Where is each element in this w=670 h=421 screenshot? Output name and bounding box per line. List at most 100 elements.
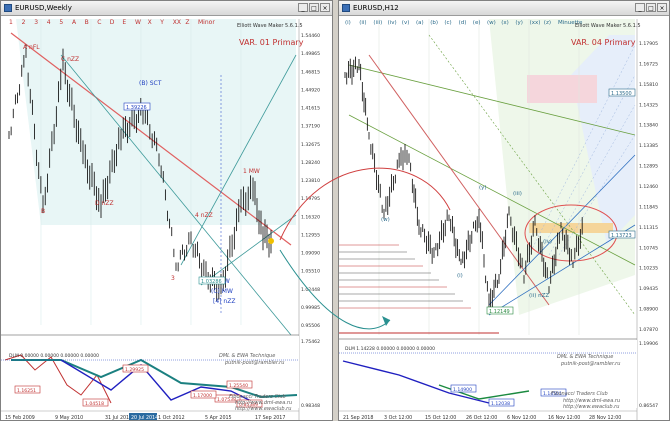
indicator-name: Elliott Wave Maker 5.6.1.5 bbox=[237, 23, 303, 29]
red-connector-arrow bbox=[279, 167, 451, 241]
wave-label: (iii) bbox=[513, 191, 522, 197]
wave-degree-label: (iii) bbox=[373, 20, 382, 26]
wave-label: (iv) bbox=[543, 239, 552, 245]
left-window-title: EURUSD,Weekly bbox=[15, 4, 72, 12]
wave-label: C nZZ bbox=[61, 56, 79, 63]
price-tick: 1.49865 bbox=[301, 51, 320, 57]
price-tick: 1.37190 bbox=[301, 124, 320, 130]
price-tick: 1.09435 bbox=[639, 286, 658, 292]
date-tick: 31 Jul 2011 bbox=[105, 415, 132, 421]
osc-box-text: 1.29925 bbox=[125, 367, 144, 373]
price-box-text: 1.03286 bbox=[201, 279, 222, 285]
variant-label: VAR. 04 Primary bbox=[571, 38, 636, 47]
price-tick: 1.10235 bbox=[639, 266, 658, 272]
wave-degree-label: (y) bbox=[515, 20, 523, 26]
wave-degree-label: 3 bbox=[34, 19, 38, 26]
watermark-line: DML & EWA Technique bbox=[219, 353, 275, 359]
teal-connector-arrow bbox=[279, 249, 391, 330]
wave-label: (B) SCT bbox=[139, 80, 162, 87]
price-tick: 1.12895 bbox=[639, 164, 658, 170]
date-tick: 17 Sep 2017 bbox=[255, 415, 285, 421]
osc-axis: 1.19906 0.86547 bbox=[639, 341, 658, 409]
wave-degree-label: XX bbox=[173, 19, 181, 26]
wave-degree-label: 1 bbox=[9, 19, 13, 26]
price-tick: 1.17905 bbox=[639, 41, 658, 47]
price-tick: 1.41615 bbox=[301, 106, 320, 112]
osc-box-text: 1.14900 bbox=[453, 387, 472, 393]
osc-tick: 0.98348 bbox=[301, 403, 320, 409]
variant-label: VAR. 01 Primary bbox=[239, 38, 304, 47]
watermark-line: Fibonacci Traders Club bbox=[551, 391, 608, 397]
wave-degree-label: W bbox=[135, 19, 141, 26]
date-tick: 21 Oct 2012 bbox=[155, 415, 185, 421]
wave-label: 3 bbox=[171, 275, 175, 282]
price-box-text: 1.13723 bbox=[611, 233, 632, 239]
wave-degree-label: (ii) bbox=[359, 20, 366, 26]
wave-label: B bbox=[41, 208, 45, 215]
price-tick: 1.07870 bbox=[639, 327, 658, 333]
price-tick: 1.13385 bbox=[639, 143, 658, 149]
wave-degree-label: (b) bbox=[430, 20, 438, 26]
price-tick: 1.32675 bbox=[301, 142, 320, 148]
maximize-button[interactable]: □ bbox=[309, 3, 319, 12]
wave-degree-label: (w) bbox=[487, 20, 496, 26]
right-window-titlebar[interactable]: EURUSD,H12 _ □ × bbox=[339, 1, 669, 16]
close-button[interactable]: × bbox=[657, 3, 667, 12]
price-box-text: 1.39226 bbox=[126, 105, 147, 111]
price-tick: 1.46815 bbox=[301, 69, 320, 75]
wave-degree-label: C bbox=[97, 19, 101, 26]
chart-icon bbox=[342, 4, 350, 12]
price-tick: 1.12460 bbox=[639, 184, 658, 190]
indicator-name: Elliott Wave Maker 5.6.1.5 bbox=[575, 23, 641, 29]
wave-degree-label: (iv) bbox=[388, 20, 397, 26]
left-window-titlebar[interactable]: EURUSD,Weekly _ □ × bbox=[1, 1, 332, 16]
wave-degree-label: 4 bbox=[47, 19, 51, 26]
wave-degree-label: D bbox=[110, 19, 115, 26]
wave-degree-label: (e) bbox=[473, 20, 481, 26]
wave-degree-label: (a) bbox=[416, 20, 424, 26]
osc-box-text: 1.12038 bbox=[491, 401, 510, 407]
wave-degree-label: Y bbox=[159, 19, 164, 26]
osc-box-text: 1.04518 bbox=[85, 401, 104, 407]
date-tick: 6 Nov 12:00 bbox=[507, 415, 536, 421]
wave-label: 4 nZZ bbox=[195, 212, 213, 219]
date-box-text: 20 Jul 2014 bbox=[131, 415, 158, 421]
osc-box-text: 1.25540 bbox=[229, 383, 248, 389]
wave-degree-label: (i) bbox=[345, 20, 351, 26]
date-tick: 15 Oct 12:00 bbox=[425, 415, 456, 421]
date-axis: 21 Sep 2018 3 Oct 12:00 15 Oct 12:00 26 Oct… bbox=[343, 415, 621, 421]
wave-label: (y) bbox=[479, 185, 487, 191]
date-tick: 28 Nov 12:00 bbox=[589, 415, 621, 421]
price-box-text: 1.13500 bbox=[611, 91, 632, 97]
price-tick: 1.11315 bbox=[639, 225, 658, 231]
price-box-text: 1.12149 bbox=[489, 309, 510, 315]
minimize-button[interactable]: _ bbox=[298, 3, 308, 12]
wave-degree-label: (d) bbox=[459, 20, 467, 26]
date-tick: 26 Oct 12:00 bbox=[466, 415, 497, 421]
price-tick: 1.15810 bbox=[639, 82, 658, 88]
minimize-button[interactable]: _ bbox=[635, 3, 645, 12]
watermark-line: DML & EWA Technique bbox=[557, 354, 613, 360]
osc-tick: 1.19906 bbox=[639, 341, 658, 347]
wave-degree-label: 5 bbox=[59, 19, 63, 26]
wave-label: A nFL bbox=[23, 44, 40, 51]
wave-degree-label: (xx) bbox=[530, 20, 541, 26]
wave-degree-label: B bbox=[85, 19, 89, 26]
close-button[interactable]: × bbox=[320, 3, 330, 12]
price-tick: 1.44920 bbox=[301, 87, 320, 93]
wave-degree-label: Minor bbox=[198, 19, 215, 26]
date-tick: 15 Feb 2009 bbox=[5, 415, 35, 421]
watermark-line: putnik-post@rambler.ru bbox=[224, 360, 284, 366]
osc-header: DLM 0.00000 0.00000 0.00000 0.00000 bbox=[9, 353, 99, 359]
right-window-title: EURUSD,H12 bbox=[353, 4, 399, 12]
wave-label: (C) MW bbox=[211, 288, 233, 295]
wave-degree-label: E bbox=[122, 19, 126, 26]
wave-degree-label: 2 bbox=[22, 19, 26, 26]
wave-degree-label: (v) bbox=[402, 20, 410, 26]
date-tick: 21 Sep 2018 bbox=[343, 415, 373, 421]
price-tick: 1.54460 bbox=[301, 33, 320, 39]
osc-box-text: 1.17000 bbox=[193, 393, 212, 399]
wave-label: D nZZ bbox=[95, 200, 114, 207]
price-tick: 1.08900 bbox=[639, 307, 658, 313]
maximize-button[interactable]: □ bbox=[646, 3, 656, 12]
